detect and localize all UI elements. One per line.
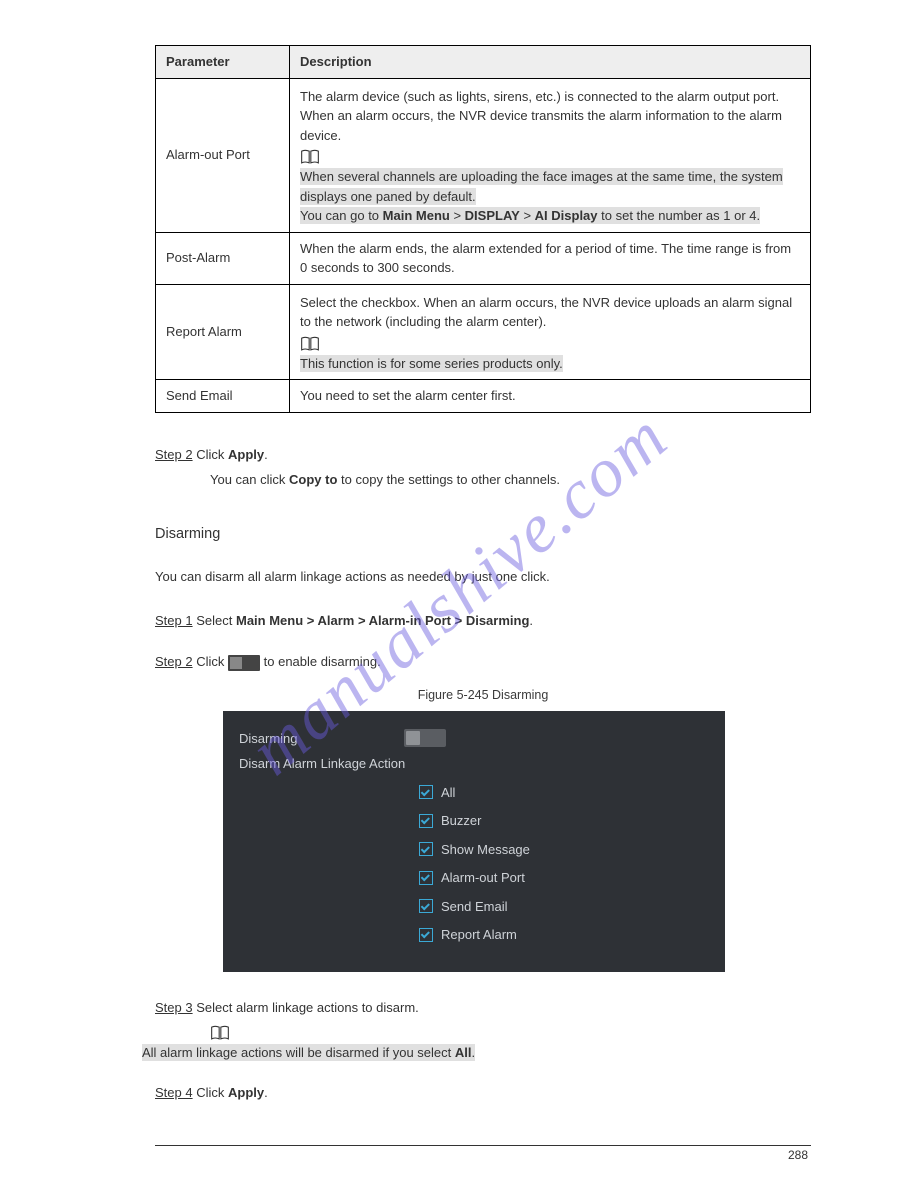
step-text: Click Apply.: [196, 1085, 268, 1100]
step-text: Select Main Menu > Alarm > Alarm-in Port…: [196, 613, 533, 628]
disarm-desc: You can disarm all alarm linkage actions…: [155, 567, 811, 587]
checkbox-label: Report Alarm: [441, 925, 517, 945]
table-row: Report Alarm Select the checkbox. When a…: [156, 284, 811, 380]
step-text: Click to enable disarming.: [196, 654, 381, 669]
checkbox-row-all[interactable]: All: [419, 783, 709, 803]
checkbox-icon: [419, 842, 433, 856]
step-text: Select alarm linkage actions to disarm.: [196, 1000, 419, 1015]
step-block: Step 2 Click to enable disarming.: [155, 638, 811, 676]
param-cell: Alarm-out Port: [156, 78, 290, 232]
step-text: Click Apply.: [196, 447, 268, 462]
ss-label: Disarm Alarm Linkage Action: [239, 754, 405, 774]
table-row: Alarm-out Port The alarm device (such as…: [156, 78, 811, 232]
ss-row-disarming: Disarming: [239, 729, 709, 749]
figure-caption: Figure 5-245 Disarming: [155, 686, 811, 705]
checkbox-label: Send Email: [441, 897, 507, 917]
note-icon-row: [300, 336, 800, 352]
step-label: Step 3: [155, 998, 193, 1018]
step-block: Step 2 Click Apply. You can click Copy t…: [155, 431, 811, 490]
checkbox-row-send-email[interactable]: Send Email: [419, 897, 709, 917]
param-cell: Report Alarm: [156, 284, 290, 380]
parameter-table: Parameter Description Alarm-out Port The…: [155, 45, 811, 413]
table-header-description: Description: [290, 46, 811, 79]
ss-row-linkage: Disarm Alarm Linkage Action: [239, 754, 709, 774]
footer-line: [155, 1145, 811, 1146]
checkbox-label: Show Message: [441, 840, 530, 860]
table-row: Send Email You need to set the alarm cen…: [156, 380, 811, 413]
step-block: Step 4 Click Apply.: [155, 1069, 811, 1107]
note-text: All alarm linkage actions will be disarm…: [142, 1044, 475, 1061]
heading-disarming: Disarming: [155, 524, 811, 546]
toggle-icon: [228, 655, 260, 671]
checkbox-label: Alarm-out Port: [441, 868, 525, 888]
book-icon: [300, 336, 320, 352]
page-number: 288: [788, 1146, 808, 1164]
note-icon-row: [210, 1025, 791, 1041]
checkbox-row-buzzer[interactable]: Buzzer: [419, 811, 709, 831]
desc-cell: The alarm device (such as lights, sirens…: [290, 78, 811, 232]
desc-text: The alarm device (such as lights, sirens…: [300, 87, 800, 146]
step-label: Step 4: [155, 1083, 193, 1103]
page-content: Parameter Description Alarm-out Port The…: [0, 0, 918, 1106]
checkbox-row-report-alarm[interactable]: Report Alarm: [419, 925, 709, 945]
table-header-parameter: Parameter: [156, 46, 290, 79]
note-block: When several channels are uploading the …: [300, 167, 800, 226]
book-icon: [210, 1025, 230, 1041]
desc-cell: You need to set the alarm center first.: [290, 380, 811, 413]
note-text: When several channels are uploading the …: [300, 168, 783, 205]
desc-cell: Select the checkbox. When an alarm occur…: [290, 284, 811, 380]
note-icon-row: [300, 149, 800, 165]
checkbox-icon: [419, 871, 433, 885]
disarming-toggle[interactable]: [404, 729, 446, 747]
checkbox-row-alarm-out[interactable]: Alarm-out Port: [419, 868, 709, 888]
param-cell: Send Email: [156, 380, 290, 413]
checkbox-row-show-message[interactable]: Show Message: [419, 840, 709, 860]
checkbox-icon: [419, 785, 433, 799]
note-text: You can go to Main Menu > DISPLAY > AI D…: [300, 207, 760, 224]
table-row: Post-Alarm When the alarm ends, the alar…: [156, 232, 811, 284]
step-para: You can click Copy to to copy the settin…: [210, 470, 811, 490]
step-label: Step 2: [155, 445, 193, 465]
disarming-screenshot: Disarming Disarm Alarm Linkage Action Al…: [223, 711, 725, 972]
checkbox-label: Buzzer: [441, 811, 481, 831]
param-cell: Post-Alarm: [156, 232, 290, 284]
checkbox-icon: [419, 899, 433, 913]
step-label: Step 1: [155, 611, 193, 631]
desc-text: Select the checkbox. When an alarm occur…: [300, 293, 800, 332]
step-block: Step 1 Select Main Menu > Alarm > Alarm-…: [155, 597, 811, 635]
checkbox-icon: [419, 928, 433, 942]
note-text: This function is for some series product…: [300, 355, 563, 372]
step-label: Step 2: [155, 652, 193, 672]
desc-cell: When the alarm ends, the alarm extended …: [290, 232, 811, 284]
checkbox-label: All: [441, 783, 455, 803]
ss-label: Disarming: [239, 729, 404, 749]
step-block: Step 3 Select alarm linkage actions to d…: [155, 984, 811, 1063]
checkbox-icon: [419, 814, 433, 828]
book-icon: [300, 149, 320, 165]
